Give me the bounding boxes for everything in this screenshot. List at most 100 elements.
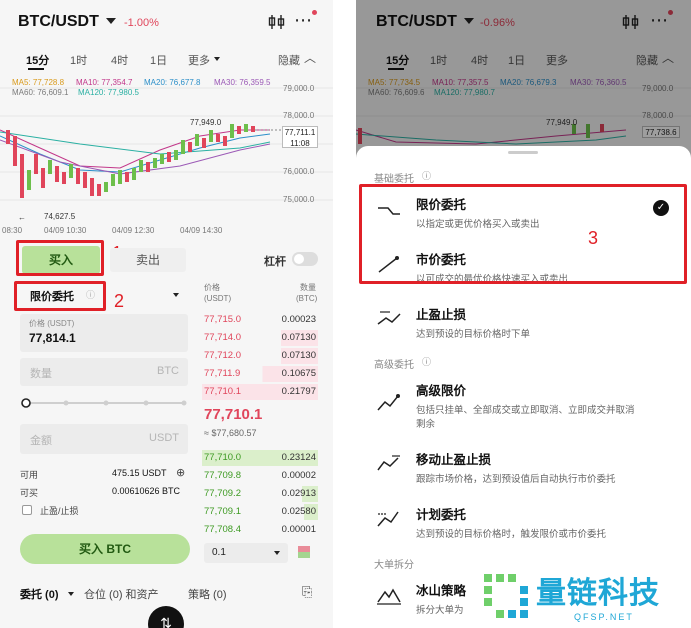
book-layout-icon[interactable] <box>298 546 310 558</box>
chevron-down-icon[interactable] <box>106 18 116 24</box>
axis-price-4: 75,000.0 <box>283 195 315 204</box>
ob-price-header: 价格 <box>204 283 220 292</box>
amount-placeholder: 金额 <box>30 435 52 447</box>
axis-price-3: 76,000.0 <box>283 167 315 176</box>
chevron-down-icon <box>173 293 179 297</box>
trade-screen-left: BTC/USDT -1.00% ⋯ 15分 1时 4时 1日 更多 隐藏 ︿ M… <box>0 0 333 628</box>
highlight-box-1 <box>16 240 104 276</box>
section-large-label: 大单拆分 <box>374 560 414 571</box>
buy-btc-button[interactable]: 买入 BTC <box>20 534 190 564</box>
tpsl-icon <box>377 311 401 325</box>
watermark: 量链科技 QFSP.NET <box>474 566 691 628</box>
tab-orders[interactable]: 委托 (0) <box>20 586 59 602</box>
time-label: 04/09 14:30 <box>180 226 223 235</box>
watermark-logo-icon <box>484 574 528 618</box>
quantity-placeholder: 数量 <box>30 368 52 380</box>
sell-tab[interactable]: 卖出 <box>110 248 186 272</box>
quantity-input[interactable]: 数量 BTC <box>20 358 188 386</box>
option-title: 止盈止损 <box>416 308 467 322</box>
available-value: 475.15 USDT <box>112 468 167 478</box>
pair-title[interactable]: BTC/USDT <box>18 13 99 31</box>
bid-row[interactable]: 77,708.4 0.00001 <box>202 522 318 538</box>
ask-row[interactable]: 77,714.0 0.07130 <box>202 330 318 346</box>
trailing-stop-icon <box>377 455 400 471</box>
ask-row[interactable]: 77,710.1 0.21797 <box>202 384 318 400</box>
annotation-2: 2 <box>114 291 125 311</box>
ob-price-unit: (USDT) <box>204 294 232 303</box>
mid-fiat: ≈ $77,680.57 <box>204 428 257 438</box>
timeframe-tabs: 15分 1时 4时 1日 更多 隐藏 ︿ <box>0 46 333 72</box>
iceberg-icon <box>377 588 401 605</box>
ask-row[interactable]: 77,712.0 0.07130 <box>202 348 318 364</box>
sheet-handle[interactable] <box>508 151 538 154</box>
time-label: 08:30 <box>2 226 23 235</box>
buyable-label: 可买 <box>20 488 39 498</box>
tab-1h[interactable]: 1时 <box>70 52 87 68</box>
time-label: 04/09 10:30 <box>44 226 87 235</box>
option-title: 高级限价 <box>416 384 467 398</box>
low-label: 74,627.5 <box>44 212 76 221</box>
high-label: 77,949.0 <box>190 118 222 127</box>
ob-qty-unit: (BTC) <box>296 294 318 303</box>
time-label: 04/09 12:30 <box>112 226 155 235</box>
mid-price: 77,710.1 <box>204 406 263 423</box>
bid-row[interactable]: 77,709.8 0.00002 <box>202 468 318 484</box>
price-label: 价格 (USDT) <box>29 319 75 328</box>
tpsl-checkbox[interactable] <box>22 505 32 515</box>
ask-row[interactable]: 77,715.0 0.00023 <box>202 312 318 328</box>
option-title: 计划委托 <box>416 508 467 522</box>
kline-compare-icon[interactable] <box>268 14 286 30</box>
option-desc: 拆分大单为 <box>416 605 464 616</box>
order-type-sheet: 基础委托 ⓘ 限价委托 以指定或更优价格买入或卖出 ✓ 市价委托 以可成交的最优… <box>356 146 691 628</box>
axis-price-1: 79,000.0 <box>283 84 315 93</box>
leverage-toggle[interactable] <box>292 252 318 266</box>
header: BTC/USDT -1.00% ⋯ <box>0 0 333 46</box>
option-title: 移动止盈止损 <box>416 453 492 467</box>
ob-qty-header: 数量 <box>300 283 316 292</box>
trigger-order-icon <box>377 511 399 527</box>
amount-unit: USDT <box>149 432 179 444</box>
leverage-label: 杠杆 <box>264 256 286 268</box>
swap-fab[interactable]: ⇅ <box>148 606 184 628</box>
highlight-box-3 <box>359 184 687 284</box>
add-funds-icon[interactable]: ⊕ <box>176 466 185 479</box>
info-icon[interactable]: ⓘ <box>422 169 431 182</box>
history-icon[interactable]: ⎘ <box>302 584 312 600</box>
tab-1d[interactable]: 1日 <box>150 52 167 68</box>
quantity-unit: BTC <box>157 365 179 377</box>
tab-15m[interactable]: 15分 <box>26 52 49 68</box>
bid-row[interactable]: 77,710.0 0.23124 <box>202 450 318 466</box>
option-desc: 达到预设的目标价格时，触发限价或市价委托 <box>416 529 607 540</box>
tab-positions[interactable]: 仓位 (0) 和资产 <box>84 586 159 602</box>
amount-input[interactable]: 金额 USDT <box>20 424 188 454</box>
ask-row[interactable]: 77,711.9 0.10675 <box>202 366 318 382</box>
tab-strategies[interactable]: 策略 (0) <box>188 586 227 602</box>
option-title: 冰山策略 <box>416 584 467 598</box>
option-desc: 达到预设的目标价格时下单 <box>416 329 531 340</box>
percent-slider[interactable] <box>20 396 190 410</box>
price-input[interactable]: 价格 (USDT) 77,814.1 <box>20 314 188 352</box>
last-price-box: 77,711.1 11:08 <box>282 126 318 148</box>
tpsl-label: 止盈/止损 <box>40 506 79 516</box>
chevron-up-icon[interactable]: ︿ <box>304 49 316 66</box>
section-basic-label: 基础委托 <box>374 174 414 185</box>
bid-row[interactable]: 77,709.1 0.02580 <box>202 504 318 520</box>
watermark-url: QFSP.NET <box>574 612 634 622</box>
tab-4h[interactable]: 4时 <box>111 52 128 68</box>
section-advanced-label: 高级委托 <box>374 360 414 371</box>
available-label: 可用 <box>20 470 39 480</box>
more-icon[interactable]: ⋯ <box>294 10 312 31</box>
depth-select[interactable]: 0.1 <box>204 543 288 563</box>
buyable-value: 0.00610626 BTC <box>112 486 181 496</box>
tab-underline <box>28 68 44 70</box>
option-desc: 包括只挂单、全部成交或立即取消、立即成交并取消 <box>416 405 635 416</box>
info-icon[interactable]: ⓘ <box>422 355 431 368</box>
watermark-text: 量链科技 <box>536 577 660 610</box>
tab-more[interactable]: 更多 <box>188 52 210 68</box>
notification-dot <box>312 10 317 15</box>
bid-row[interactable]: 77,709.2 0.02913 <box>202 486 318 502</box>
tab-hide[interactable]: 隐藏 <box>278 52 300 68</box>
svg-text:←: ← <box>18 213 26 222</box>
highlight-box-2 <box>14 281 106 311</box>
price-value: 77,814.1 <box>29 331 76 345</box>
